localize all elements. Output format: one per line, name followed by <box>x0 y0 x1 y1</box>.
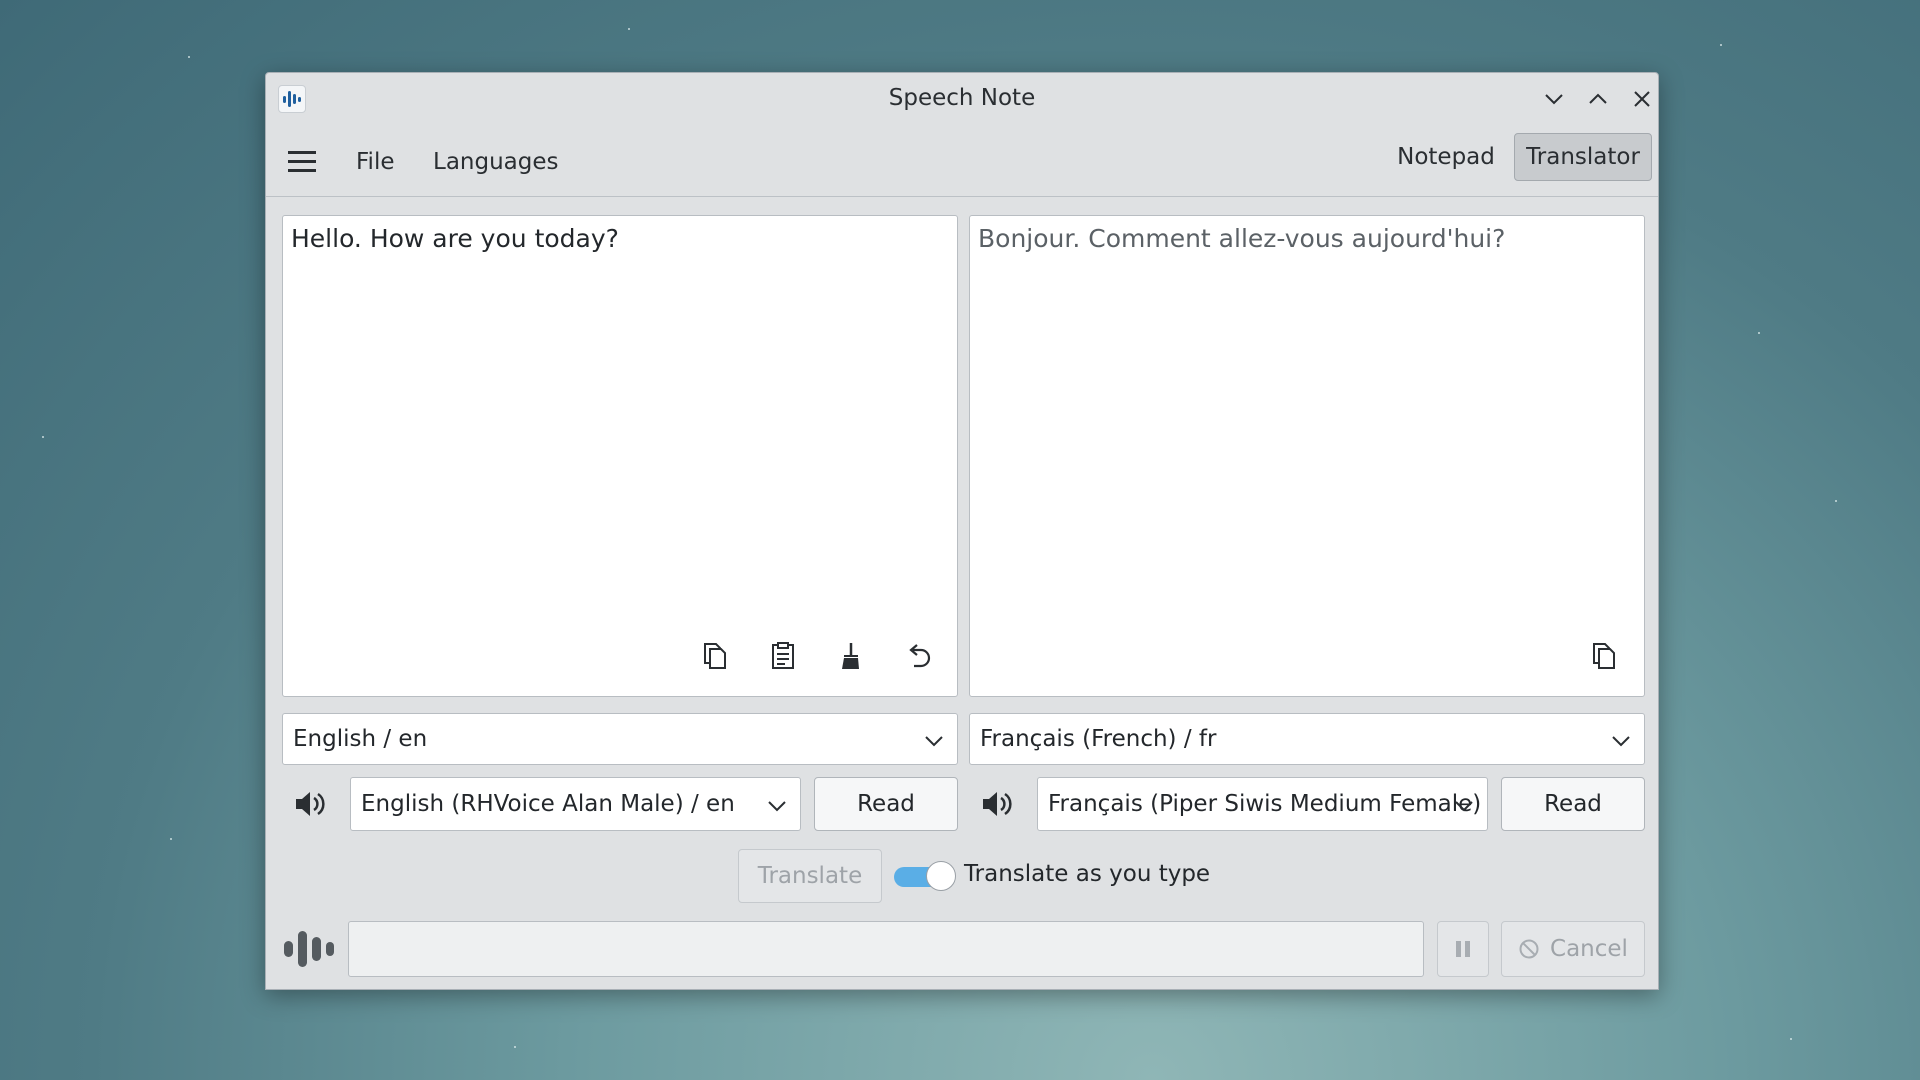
chevron-down-icon <box>1612 736 1630 747</box>
pause-icon <box>1456 941 1470 957</box>
star <box>514 1046 516 1048</box>
star <box>1720 44 1722 46</box>
cancel-icon <box>1519 939 1539 959</box>
source-language-select[interactable]: English / en <box>282 713 958 765</box>
status-field <box>348 921 1424 977</box>
listening-indicator <box>282 929 336 969</box>
copy-icon <box>704 643 726 669</box>
target-language-value: Français (French) / fr <box>980 726 1217 752</box>
source-language-value: English / en <box>293 726 428 752</box>
copy-icon <box>1593 643 1615 669</box>
translate-as-you-type-label: Translate as you type <box>964 861 1211 887</box>
source-speaker-icon <box>290 785 328 823</box>
star <box>628 28 630 30</box>
menu-file[interactable]: File <box>348 145 403 179</box>
star <box>1790 1038 1792 1040</box>
source-read-button[interactable]: Read <box>814 777 958 831</box>
source-voice-select[interactable]: English (RHVoice Alan Male) / en <box>350 777 801 831</box>
window-title: Speech Note <box>888 85 1036 111</box>
translated-text-area[interactable]: Bonjour. Comment allez-vous aujourd'hui? <box>969 215 1645 697</box>
copy-translation-button[interactable] <box>1586 638 1622 674</box>
source-voice-value: English (RHVoice Alan Male) / en <box>361 791 735 817</box>
star <box>188 56 190 58</box>
clipboard-icon <box>772 642 794 669</box>
chevron-down-icon <box>925 736 943 747</box>
translate-button[interactable]: Translate <box>738 849 882 903</box>
star <box>170 838 172 840</box>
undo-button[interactable] <box>901 638 937 674</box>
menu-languages[interactable]: Languages <box>425 145 567 179</box>
chevron-down-icon <box>1455 801 1473 812</box>
star <box>42 436 44 438</box>
mode-translator-button[interactable]: Translator <box>1514 133 1652 181</box>
clear-button[interactable] <box>833 638 869 674</box>
undo-icon <box>909 644 931 668</box>
translated-text: Bonjour. Comment allez-vous aujourd'hui? <box>978 224 1506 253</box>
minimize-button[interactable] <box>1538 83 1570 115</box>
target-voice-select[interactable]: Français (Piper Siwis Medium Female) … <box>1037 777 1488 831</box>
broom-icon <box>842 643 859 669</box>
target-read-button[interactable]: Read <box>1501 777 1645 831</box>
close-icon <box>1634 91 1650 107</box>
cancel-label: Cancel <box>1550 936 1628 962</box>
close-button[interactable] <box>1626 83 1658 115</box>
source-text: Hello. How are you today? <box>291 224 619 253</box>
menu-bar: File Languages Notepad Translator <box>266 125 1658 197</box>
speech-note-window: Speech Note File Languages Notepad Trans… <box>265 72 1659 990</box>
target-voice-value: Français (Piper Siwis Medium Female) … <box>1048 791 1488 817</box>
paste-button[interactable] <box>765 638 801 674</box>
chevron-down-icon <box>1545 94 1563 105</box>
target-language-select[interactable]: Français (French) / fr <box>969 713 1645 765</box>
source-text-area[interactable]: Hello. How are you today? <box>282 215 958 697</box>
chevron-down-icon <box>768 801 786 812</box>
star <box>1835 500 1837 502</box>
translate-as-you-type-toggle[interactable] <box>894 861 956 891</box>
pause-button[interactable] <box>1437 921 1489 977</box>
chevron-up-icon <box>1589 93 1607 104</box>
toggle-knob <box>926 861 956 891</box>
mode-notepad-button[interactable]: Notepad <box>1381 133 1511 181</box>
hamburger-menu-button[interactable] <box>286 147 318 177</box>
speaker-icon <box>296 792 325 816</box>
maximize-button[interactable] <box>1582 83 1614 115</box>
target-speaker-icon <box>977 785 1015 823</box>
copy-button[interactable] <box>697 638 733 674</box>
waveform-icon <box>284 931 334 967</box>
title-bar: Speech Note <box>266 73 1658 125</box>
cancel-button[interactable]: Cancel <box>1501 921 1645 977</box>
speaker-icon <box>983 792 1012 816</box>
hamburger-icon <box>288 151 316 172</box>
star <box>1758 332 1760 334</box>
